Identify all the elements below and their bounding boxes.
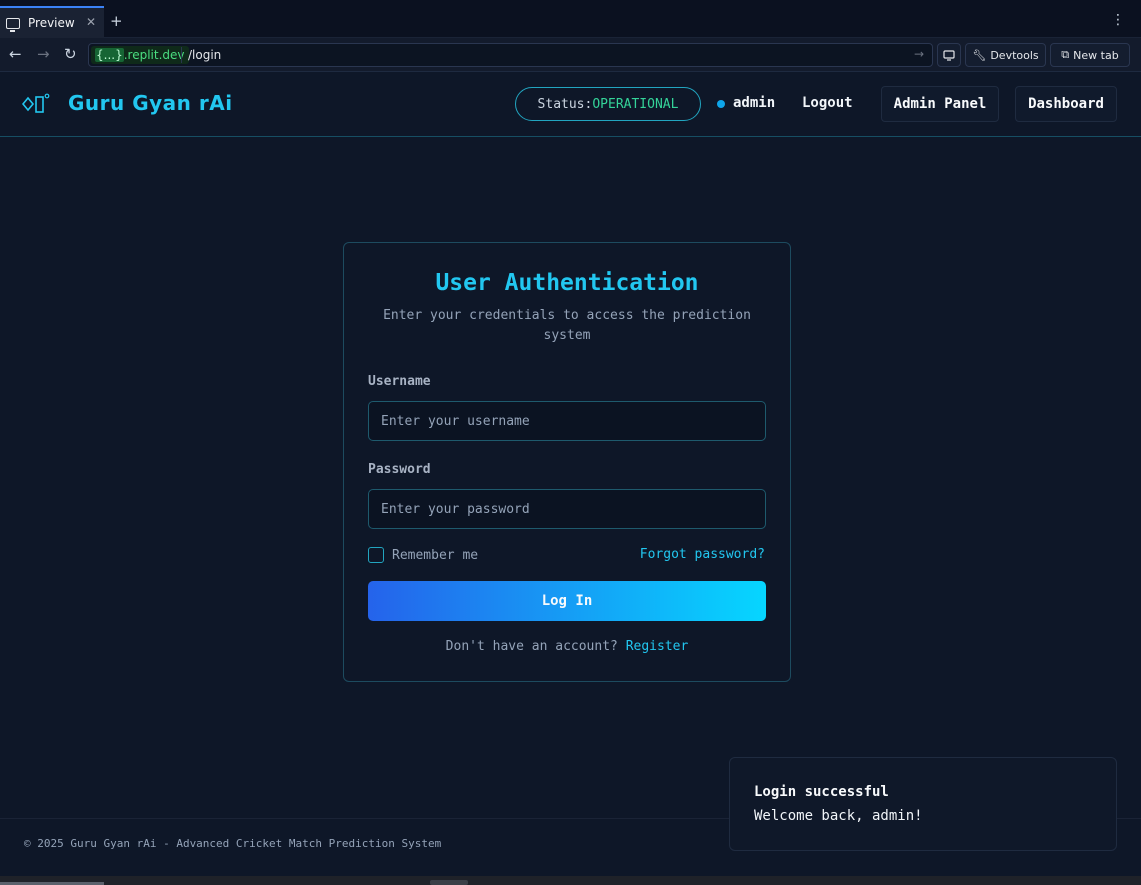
register-prompt-text: Don't have an account?	[445, 639, 618, 654]
status-value: OPERATIONAL	[592, 96, 679, 112]
toast-message: Welcome back, admin!	[754, 808, 923, 824]
new-tab-button[interactable]: ⧉ New tab	[1050, 43, 1130, 67]
admin-panel-button[interactable]: Admin Panel	[881, 86, 999, 122]
browser-tab-bar: Preview ✕ + ⋮	[0, 0, 1141, 38]
remember-label: Remember me	[392, 547, 479, 563]
toast-notification: Login successful Welcome back, admin!	[729, 757, 1117, 851]
online-indicator-icon	[717, 100, 725, 108]
status-label: Status:	[537, 96, 593, 112]
tab-title: Preview	[28, 16, 75, 30]
wrench-icon: 🔧︎	[972, 48, 987, 62]
app-header: Guru Gyan rAi Status: OPERATIONAL admin L…	[0, 72, 1141, 137]
forward-arrow-icon[interactable]: →	[37, 45, 50, 63]
login-button[interactable]: Log In	[368, 581, 766, 621]
password-input[interactable]: Enter your password	[368, 489, 766, 529]
url-host-prefix: {...}	[95, 48, 124, 62]
brand-name[interactable]: Guru Gyan rAi	[68, 91, 233, 115]
remember-checkbox[interactable]	[368, 547, 384, 563]
username-input[interactable]: Enter your username	[368, 401, 766, 441]
tab-preview[interactable]: Preview ✕	[0, 6, 104, 38]
close-icon[interactable]: ✕	[86, 15, 96, 29]
drag-handle[interactable]	[430, 880, 468, 885]
dashboard-button[interactable]: Dashboard	[1015, 86, 1117, 122]
status-badge: Status: OPERATIONAL	[515, 87, 701, 121]
go-arrow-icon[interactable]: →	[914, 47, 924, 61]
username-label: Username	[368, 374, 431, 389]
external-link-icon: ⧉	[1061, 48, 1070, 61]
devtools-label: Devtools	[990, 48, 1039, 62]
more-menu-icon[interactable]: ⋮	[1111, 12, 1125, 28]
remember-me[interactable]: Remember me	[368, 547, 478, 563]
address-bar: ← → ↻ {...}.replit.dev /login → 🔧︎ Devto…	[0, 38, 1141, 72]
window-bottom-strip	[0, 876, 1141, 885]
url-host: {...}.replit.dev	[91, 46, 189, 64]
login-title: User Authentication	[435, 270, 699, 296]
screen-icon[interactable]	[937, 43, 961, 67]
login-card: User Authentication Enter your credentia…	[343, 242, 791, 682]
password-label: Password	[368, 462, 431, 477]
monitor-icon	[6, 17, 20, 32]
devtools-button[interactable]: 🔧︎ Devtools	[965, 43, 1046, 67]
forgot-password-link[interactable]: Forgot password?	[640, 547, 765, 562]
logo-icon	[22, 93, 50, 113]
url-path: /login	[188, 48, 222, 62]
logout-button[interactable]: Logout	[802, 95, 853, 111]
footer-copyright: © 2025 Guru Gyan rAi - Advanced Cricket …	[24, 837, 442, 850]
login-subtitle: Enter your credentials to access the pre…	[383, 308, 751, 343]
back-arrow-icon[interactable]: ←	[9, 45, 22, 63]
reload-icon[interactable]: ↻	[64, 45, 77, 63]
url-input[interactable]: {...}.replit.dev /login →	[88, 43, 933, 67]
toast-title: Login successful	[754, 784, 889, 800]
new-tab-label: New tab	[1073, 48, 1119, 62]
plus-icon[interactable]: +	[110, 12, 123, 30]
register-prompt: Don't have an account? Register	[344, 639, 790, 654]
url-host-domain: .replit.dev	[123, 48, 185, 62]
current-user: admin	[733, 95, 776, 111]
url-separator	[181, 47, 182, 63]
register-link[interactable]: Register	[626, 639, 689, 654]
